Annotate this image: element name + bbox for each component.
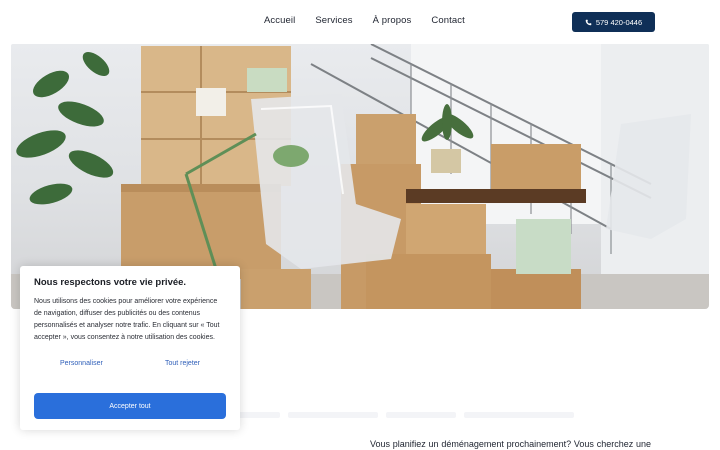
- cookie-actions: Personnaliser Tout rejeter: [34, 360, 226, 367]
- nav-accueil[interactable]: Accueil: [264, 15, 295, 26]
- phone-number: 579 420-0446: [595, 17, 643, 27]
- intro-paragraph: Vous planifiez un déménagement prochaine…: [370, 439, 651, 449]
- cookie-title: Nous respectons votre vie privée.: [34, 277, 187, 288]
- phone-icon: [585, 19, 592, 25]
- cookie-consent-modal: Nous respectons votre vie privée. Nous u…: [20, 266, 240, 430]
- nav-a-propos[interactable]: À propos: [373, 15, 412, 26]
- site-header: Accueil Services À propos Contact 579 42…: [0, 0, 720, 44]
- cookie-body: Nous utilisons des cookies pour améliore…: [34, 298, 220, 341]
- customize-button[interactable]: Personnaliser: [60, 360, 103, 367]
- main-nav: Accueil Services À propos Contact: [264, 15, 485, 26]
- phone-button[interactable]: 579 420-0446: [572, 12, 655, 32]
- reject-all-button[interactable]: Tout rejeter: [165, 360, 200, 367]
- section-subtitle-placeholder: [220, 405, 640, 418]
- nav-services[interactable]: Services: [315, 15, 352, 26]
- nav-contact[interactable]: Contact: [431, 15, 464, 26]
- accept-all-button[interactable]: Accepter tout: [34, 393, 226, 419]
